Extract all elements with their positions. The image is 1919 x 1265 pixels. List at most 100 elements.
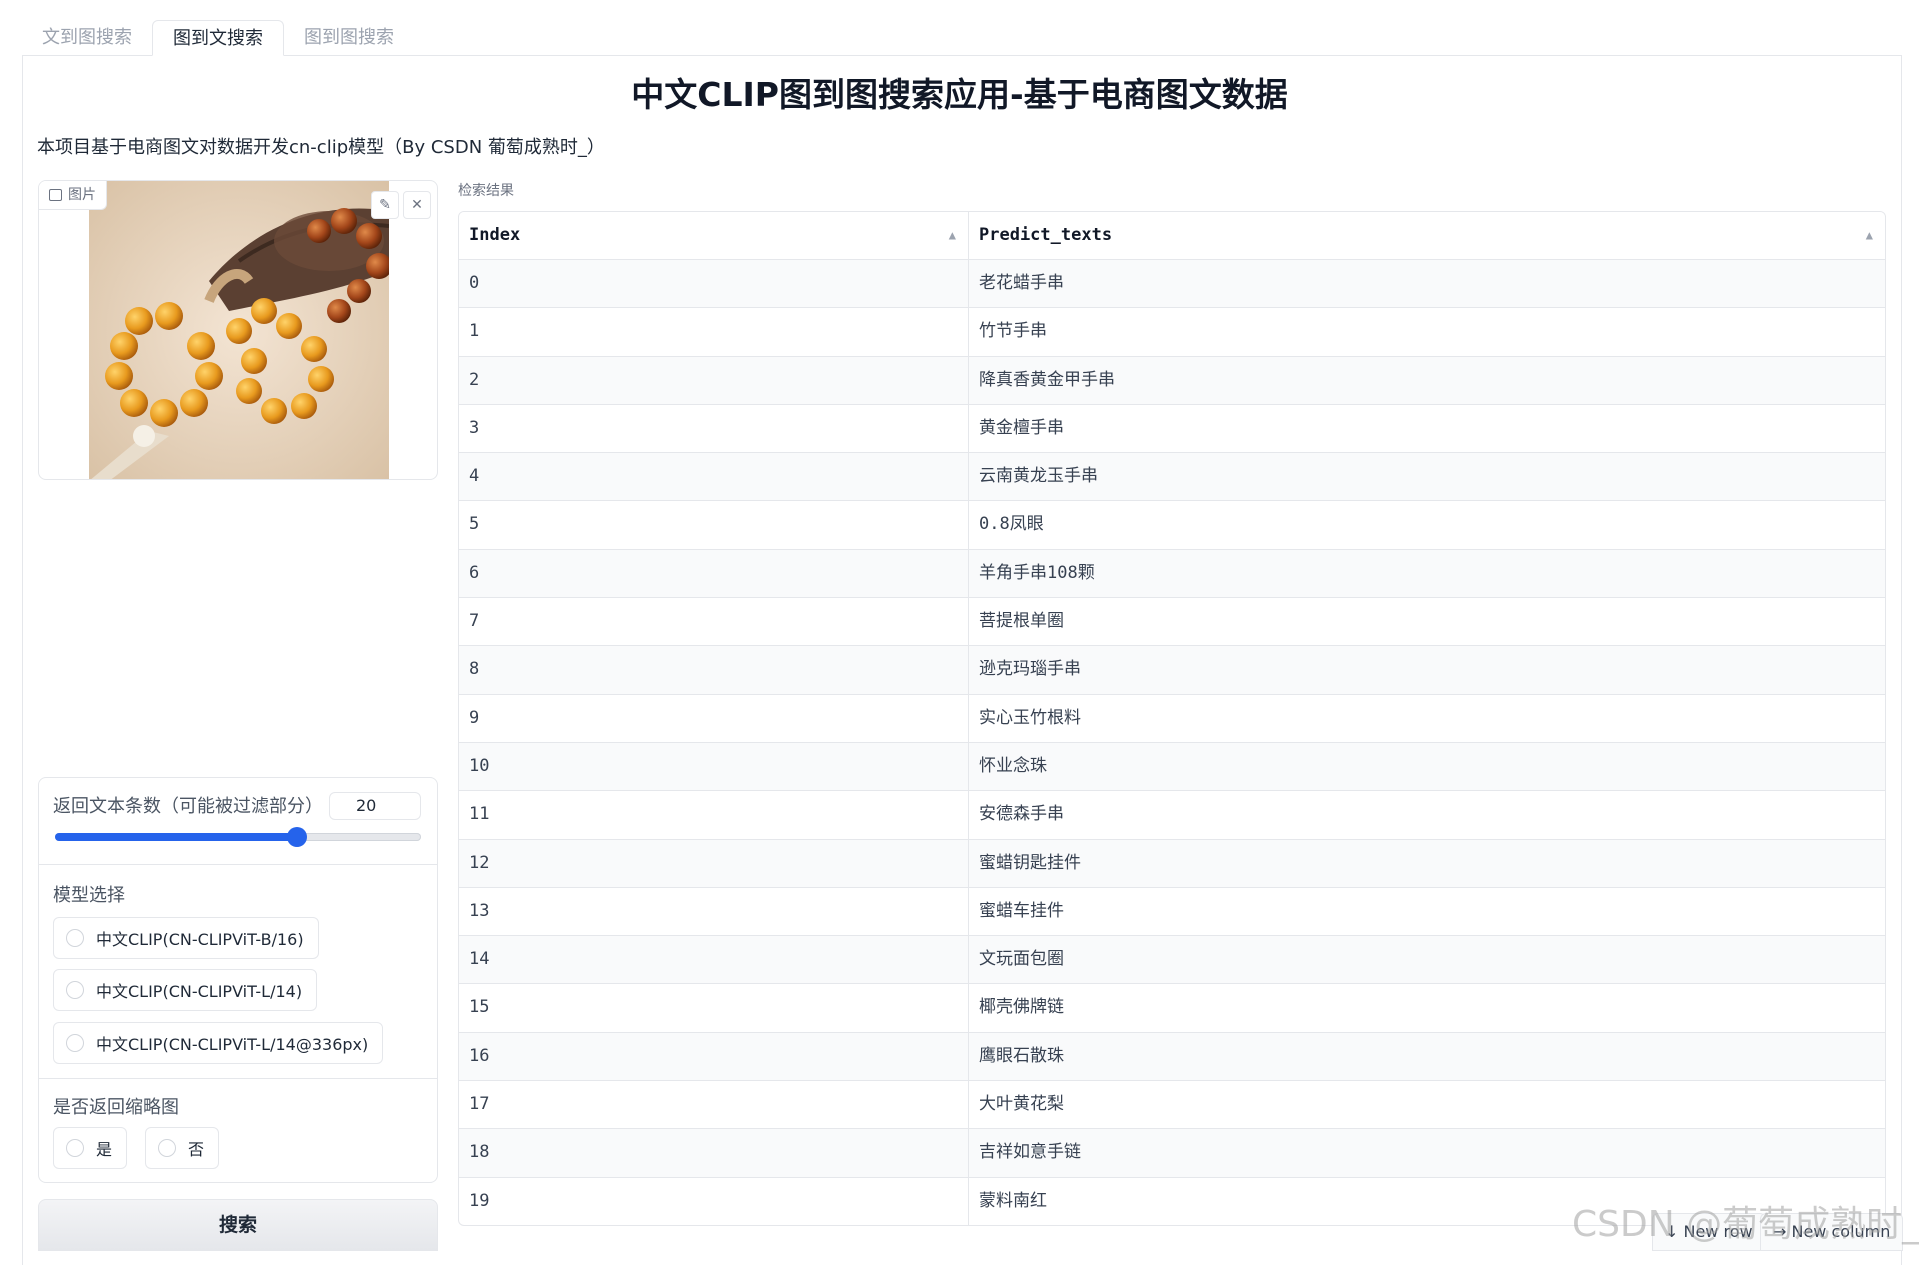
results-table: Index ▲ Predict_texts ▲ 0 老花蜡手串 1 竹节手串 2 降真香黄…: [458, 211, 1886, 1226]
slider-thumb[interactable]: [286, 827, 307, 847]
table-body: 0 老花蜡手串 1 竹节手串 2 降真香黄金甲手串 3 黄金檀手串 4 云南黄龙玉手串 5 0.8凤眼…: [459, 260, 1885, 1225]
result-count-input[interactable]: 20: [329, 792, 421, 820]
image-label-text: 图片: [68, 187, 96, 203]
cell-predict-text[interactable]: 降真香黄金甲手串: [969, 357, 1885, 404]
model-option-l14-336[interactable]: 中文CLIP(CN-CLIPViT-L/14@336px): [53, 1022, 384, 1064]
sort-arrow-icon[interactable]: ▲: [1866, 212, 1873, 259]
cell-predict-text[interactable]: 实心玉竹根料: [969, 695, 1885, 742]
cell-index[interactable]: 3: [459, 404, 969, 453]
new-row-button[interactable]: ↓ New row: [1652, 1213, 1766, 1251]
cell-index[interactable]: 11: [459, 791, 969, 839]
model-option-b16[interactable]: 中文CLIP(CN-CLIPViT-B/16): [53, 917, 319, 959]
column-header-index[interactable]: Index ▲: [459, 212, 969, 259]
cell-predict-text[interactable]: 鹰眼石散珠: [969, 1033, 1885, 1080]
close-icon[interactable]: ✕: [403, 191, 431, 219]
thumbnail-select-label: 是否返回缩略图: [53, 1097, 179, 1118]
table-row[interactable]: 11 安德森手串: [459, 791, 1885, 840]
slider-track[interactable]: [55, 827, 421, 847]
radio-icon: [66, 1034, 84, 1052]
cell-index[interactable]: 9: [459, 694, 969, 742]
cell-predict-text[interactable]: 老花蜡手串: [969, 260, 1885, 307]
radio-icon: [158, 1139, 176, 1157]
cell-predict-text[interactable]: 安德森手串: [969, 791, 1885, 838]
table-row[interactable]: 13 蜜蜡车挂件: [459, 887, 1885, 937]
table-row[interactable]: 10 怀业念珠: [459, 742, 1885, 792]
table-row[interactable]: 4 云南黄龙玉手串: [459, 453, 1885, 502]
table-row[interactable]: 3 黄金檀手串: [459, 404, 1885, 454]
cell-predict-text[interactable]: 蜜蜡车挂件: [969, 888, 1885, 935]
model-select-block: 模型选择 中文CLIP(CN-CLIPViT-B/16) 中文CLIP(CN-C…: [38, 865, 438, 1079]
thumbnail-option-no[interactable]: 否: [145, 1127, 220, 1169]
table-row[interactable]: 16 鹰眼石散珠: [459, 1032, 1885, 1082]
cell-predict-text[interactable]: 大叶黄花梨: [969, 1081, 1885, 1128]
cell-index[interactable]: 12: [459, 839, 969, 887]
radio-icon: [66, 1139, 84, 1157]
thumbnail-option-yes[interactable]: 是: [53, 1127, 128, 1169]
search-button[interactable]: 搜索: [38, 1199, 438, 1251]
table-row[interactable]: 6 羊角手串108颗: [459, 549, 1885, 599]
cell-predict-text[interactable]: 黄金檀手串: [969, 405, 1885, 452]
cell-index[interactable]: 5: [459, 501, 969, 549]
table-row[interactable]: 7 菩提根单圈: [459, 598, 1885, 647]
slider-label: 返回文本条数（可能被过滤部分）: [53, 796, 323, 817]
column-header-label: Predict_texts: [979, 225, 1113, 245]
cell-predict-text[interactable]: 云南黄龙玉手串: [969, 453, 1885, 500]
cell-index[interactable]: 16: [459, 1032, 969, 1081]
cell-predict-text[interactable]: 蜜蜡钥匙挂件: [969, 840, 1885, 887]
cell-index[interactable]: 2: [459, 356, 969, 404]
result-count-slider-block: 返回文本条数（可能被过滤部分） 20: [38, 777, 438, 865]
results-label: 检索结果: [458, 183, 514, 199]
cell-index[interactable]: 18: [459, 1129, 969, 1177]
cell-index[interactable]: 6: [459, 549, 969, 598]
table-row[interactable]: 8 逊克玛瑙手串: [459, 646, 1885, 695]
cell-index[interactable]: 1: [459, 308, 969, 356]
model-option-l14[interactable]: 中文CLIP(CN-CLIPViT-L/14): [53, 969, 318, 1011]
tab-text-to-image[interactable]: 文到图搜索: [22, 20, 152, 56]
table-row[interactable]: 12 蜜蜡钥匙挂件: [459, 839, 1885, 888]
thumbnail-select-block: 是否返回缩略图 是 否: [38, 1079, 438, 1183]
cell-predict-text[interactable]: 吉祥如意手链: [969, 1129, 1885, 1176]
cell-index[interactable]: 17: [459, 1081, 969, 1129]
table-row[interactable]: 17 大叶黄花梨: [459, 1081, 1885, 1130]
cell-index[interactable]: 13: [459, 887, 969, 936]
cell-predict-text[interactable]: 椰壳佛牌链: [969, 984, 1885, 1031]
table-row[interactable]: 9 实心玉竹根料: [459, 694, 1885, 743]
sort-arrow-icon[interactable]: ▲: [949, 212, 956, 259]
uploaded-image: [89, 181, 389, 479]
cell-index[interactable]: 15: [459, 984, 969, 1032]
slider-fill: [55, 833, 297, 841]
new-column-button[interactable]: → New column: [1760, 1213, 1904, 1251]
cell-predict-text[interactable]: 文玩面包圈: [969, 936, 1885, 983]
table-row[interactable]: 5 0.8凤眼: [459, 501, 1885, 550]
table-row[interactable]: 2 降真香黄金甲手串: [459, 356, 1885, 405]
cell-predict-text[interactable]: 羊角手串108颗: [969, 550, 1885, 597]
table-header: Index ▲ Predict_texts ▲: [459, 212, 1885, 260]
image-upload[interactable]: 图片 ✎ ✕: [38, 180, 438, 480]
cell-index[interactable]: 14: [459, 936, 969, 984]
option-label: 中文CLIP(CN-CLIPViT-B/16): [96, 930, 304, 949]
pencil-icon[interactable]: ✎: [371, 191, 399, 219]
column-header-predict-texts[interactable]: Predict_texts ▲: [969, 212, 1885, 259]
cell-predict-text[interactable]: 菩提根单圈: [969, 598, 1885, 645]
cell-index[interactable]: 8: [459, 646, 969, 694]
cell-predict-text[interactable]: 怀业念珠: [969, 743, 1885, 790]
cell-index[interactable]: 10: [459, 742, 969, 791]
cell-predict-text[interactable]: 竹节手串: [969, 308, 1885, 355]
cell-predict-text[interactable]: 0.8凤眼: [969, 501, 1885, 548]
table-row[interactable]: 0 老花蜡手串: [459, 260, 1885, 309]
cell-index[interactable]: 7: [459, 598, 969, 646]
page-description: 本项目基于电商图文对数据开发cn-clip模型（By CSDN 葡萄成熟时_）: [37, 137, 605, 158]
tab-bar: 文到图搜索 图到文搜索 图到图搜索: [22, 20, 414, 56]
cell-index[interactable]: 0: [459, 260, 969, 308]
image-label: 图片: [39, 181, 107, 210]
table-row[interactable]: 14 文玩面包圈: [459, 936, 1885, 985]
image-icon: [49, 189, 62, 201]
tab-image-to-image[interactable]: 图到图搜索: [284, 20, 414, 56]
table-row[interactable]: 15 椰壳佛牌链: [459, 984, 1885, 1033]
cell-predict-text[interactable]: 逊克玛瑙手串: [969, 646, 1885, 693]
tab-image-to-text[interactable]: 图到文搜索: [152, 20, 284, 56]
cell-index[interactable]: 19: [459, 1177, 969, 1225]
cell-index[interactable]: 4: [459, 453, 969, 501]
table-row[interactable]: 18 吉祥如意手链: [459, 1129, 1885, 1178]
table-row[interactable]: 1 竹节手串: [459, 308, 1885, 357]
